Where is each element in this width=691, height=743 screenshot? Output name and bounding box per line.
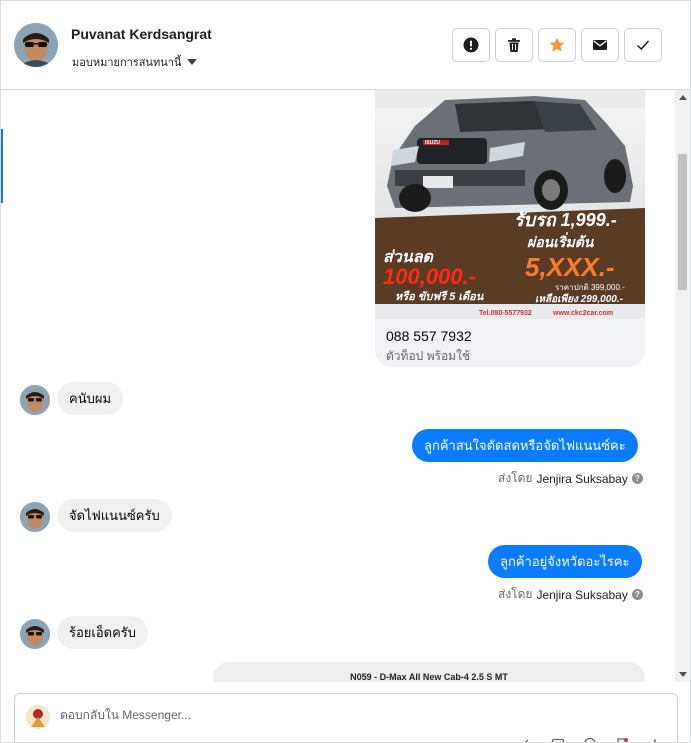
assign-conversation-dropdown[interactable]: มอบหมายการสนทนานี้ <box>72 53 198 71</box>
incoming-message[interactable]: ร้อยเอ็ดครับ <box>57 616 149 649</box>
ad-message-card[interactable]: รับรถ 1,999.- ผ่อนเริ่มต้น 5,XXX.- ราคาป… <box>375 90 645 367</box>
ad-installment: ผ่อนเริ่มต้น <box>527 232 595 250</box>
incoming-message[interactable]: จัดไฟแนนซ์ครับ <box>57 499 172 532</box>
outgoing-message[interactable]: ลูกค้าอยู่จังหวัดอะไรคะ <box>488 545 642 578</box>
emoji-icon[interactable] <box>583 737 597 742</box>
ad-subtitle: ตัวท็อป พร้อมใช้ <box>386 349 471 363</box>
ad-price-now: เหลือเพียง 299,000.- <box>535 293 624 305</box>
ad-discount-value: 100,000.- <box>383 264 476 289</box>
help-icon[interactable]: ? <box>631 589 643 600</box>
report-button[interactable] <box>452 28 490 62</box>
message-thread[interactable]: รับรถ 1,999.- ผ่อนเริ่มต้น 5,XXX.- ราคาป… <box>1 90 676 682</box>
mark-unread-button[interactable] <box>581 28 619 62</box>
incoming-message[interactable]: คนับผม <box>57 382 124 415</box>
exclamation-icon <box>463 37 479 53</box>
page-avatar <box>26 705 50 729</box>
contact-name[interactable]: Puvanat Kerdsangrat <box>71 26 212 42</box>
ad-site: www.ckc2car.com <box>552 310 613 317</box>
ad-brand: ISUZU <box>425 140 440 146</box>
mark-done-button[interactable] <box>624 28 662 62</box>
star-icon <box>549 37 565 52</box>
reply-composer <box>14 693 678 742</box>
scroll-up-arrow-icon[interactable] <box>679 95 687 100</box>
help-icon[interactable]: ? <box>631 473 643 484</box>
delete-button[interactable] <box>495 28 533 62</box>
thread-scrollbar[interactable] <box>675 90 690 682</box>
contact-avatar-small[interactable] <box>20 619 50 649</box>
outgoing-message[interactable]: ลูกค้าสนใจตัดสดหรือจัดไฟแนนซ์คะ <box>412 429 638 462</box>
assign-label: มอบหมายการสนทนานี้ <box>72 57 182 69</box>
sender-name: Jenjira Suksabay <box>536 471 628 486</box>
contact-avatar-small[interactable] <box>20 385 50 415</box>
contact-avatar-small[interactable] <box>20 502 50 532</box>
saved-replies-icon[interactable] <box>615 737 629 742</box>
ad-image[interactable]: รับรถ 1,999.- ผ่อนเริ่มต้น 5,XXX.- ราคาป… <box>375 90 645 319</box>
sent-by-label: ส่งโดย <box>498 587 533 601</box>
ad-price-from: ราคาปกติ 399,000.- <box>555 283 625 292</box>
sent-by-info: ส่งโดย Jenjira Suksabay ? <box>498 469 643 488</box>
sent-by-label: ส่งโดย <box>498 471 533 485</box>
ad-installment-value: 5,XXX.- <box>525 252 615 282</box>
header-actions <box>452 28 662 62</box>
attach-icon[interactable] <box>519 737 533 742</box>
scroll-down-arrow-icon[interactable] <box>679 672 687 677</box>
composer-tools <box>519 737 661 742</box>
conversation-header: Puvanat Kerdsangrat มอบหมายการสนทนานี้ <box>1 1 690 90</box>
contact-avatar[interactable] <box>14 23 58 67</box>
product-card[interactable]: N059 - D-Max All New Cab-4 2.5 S MT <box>213 662 645 682</box>
sent-by-info: ส่งโดย Jenjira Suksabay ? <box>498 585 643 604</box>
product-card-title: N059 - D-Max All New Cab-4 2.5 S MT <box>350 672 508 682</box>
ad-price-headline: รับรถ 1,999.- <box>514 210 617 230</box>
conversation-window: Puvanat Kerdsangrat มอบหมายการสนทนานี้ ร… <box>0 0 691 743</box>
caret-down-icon <box>187 59 198 65</box>
envelope-icon <box>593 40 607 50</box>
sender-name: Jenjira Suksabay <box>536 587 628 602</box>
like-icon[interactable] <box>647 737 661 742</box>
ad-tel: Tel.080-5577932 <box>479 310 532 317</box>
check-icon <box>636 40 650 51</box>
ad-phone: 088 557 7932 <box>386 328 472 344</box>
trash-icon <box>508 38 520 52</box>
star-button[interactable] <box>538 28 576 62</box>
scroll-thumb[interactable] <box>678 154 687 290</box>
ad-discount-sub: หรือ ขับฟรี 5 เดือน <box>395 290 484 303</box>
reply-input[interactable] <box>60 708 620 722</box>
active-indicator <box>1 129 3 203</box>
image-icon[interactable] <box>551 737 565 742</box>
